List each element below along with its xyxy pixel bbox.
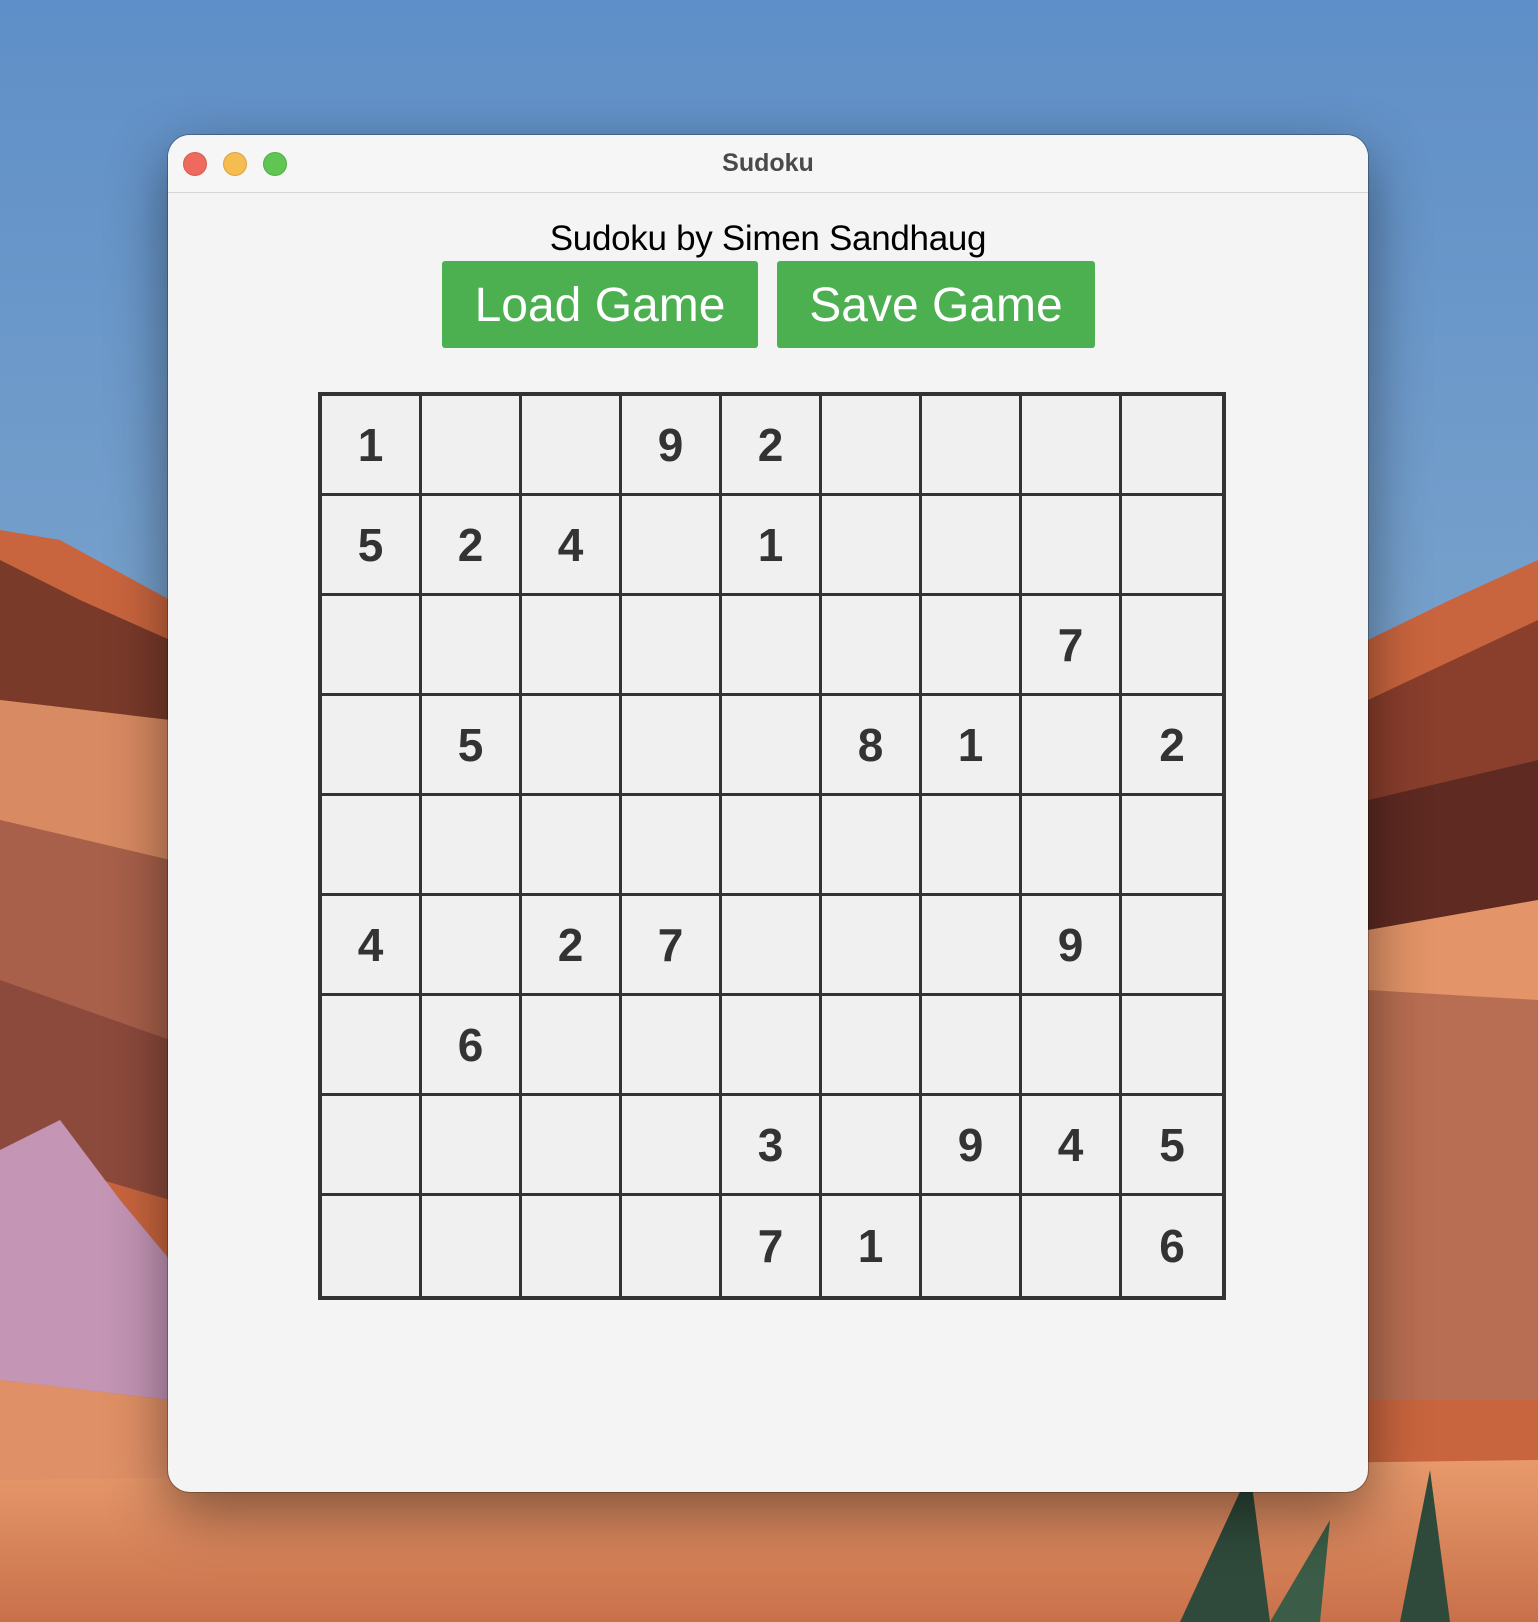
sudoku-cell[interactable]: 9 [1022,896,1122,996]
sudoku-cell[interactable] [522,796,622,896]
window-title: Sudoku [722,149,814,177]
sudoku-cell[interactable] [522,696,622,796]
sudoku-cell[interactable]: 1 [822,1196,922,1296]
sudoku-cell[interactable] [1122,396,1222,496]
sudoku-cell[interactable] [622,796,722,896]
sudoku-cell[interactable] [322,996,422,1096]
sudoku-cell[interactable] [822,496,922,596]
sudoku-cell[interactable] [922,596,1022,696]
sudoku-cell[interactable] [622,1196,722,1296]
sudoku-cell[interactable] [522,1196,622,1296]
desktop: Sudoku Sudoku by Simen Sandhaug Load Gam… [0,0,1538,1622]
sudoku-cell[interactable]: 6 [422,996,522,1096]
sudoku-cell[interactable]: 2 [522,896,622,996]
sudoku-cell[interactable] [822,996,922,1096]
sudoku-cell[interactable]: 9 [922,1096,1022,1196]
sudoku-cell[interactable] [922,896,1022,996]
sudoku-cell[interactable]: 6 [1122,1196,1222,1296]
sudoku-cell[interactable] [622,596,722,696]
sudoku-cell[interactable] [322,596,422,696]
sudoku-cell[interactable] [322,1096,422,1196]
sudoku-cell[interactable] [1122,996,1222,1096]
sudoku-cell[interactable] [922,1196,1022,1296]
sudoku-cell[interactable] [422,896,522,996]
sudoku-cell[interactable] [422,1096,522,1196]
sudoku-cell[interactable]: 2 [1122,696,1222,796]
sudoku-cell[interactable]: 5 [322,496,422,596]
sudoku-cell[interactable] [722,596,822,696]
sudoku-cell[interactable]: 9 [622,396,722,496]
sudoku-cell[interactable] [1122,596,1222,696]
sudoku-cell[interactable]: 2 [422,496,522,596]
sudoku-cell[interactable]: 7 [722,1196,822,1296]
sudoku-cell[interactable] [422,596,522,696]
sudoku-cell[interactable]: 4 [322,896,422,996]
app-heading: Sudoku by Simen Sandhaug [549,219,987,258]
sudoku-window: Sudoku Sudoku by Simen Sandhaug Load Gam… [168,135,1368,1492]
sudoku-cell[interactable]: 1 [722,496,822,596]
save-game-button[interactable]: Save Game [777,261,1095,348]
sudoku-cell[interactable]: 4 [1022,1096,1122,1196]
sudoku-cell[interactable] [822,596,922,696]
sudoku-cell[interactable] [722,896,822,996]
sudoku-cell[interactable] [322,796,422,896]
sudoku-cell[interactable] [622,996,722,1096]
sudoku-cell[interactable] [522,396,622,496]
sudoku-cell[interactable] [1022,1196,1122,1296]
sudoku-cell[interactable] [722,996,822,1096]
sudoku-cell[interactable] [522,1096,622,1196]
sudoku-cell[interactable] [622,696,722,796]
sudoku-cell[interactable] [1022,496,1122,596]
sudoku-cell[interactable] [322,1196,422,1296]
sudoku-cell[interactable] [1022,396,1122,496]
sudoku-cell[interactable] [922,496,1022,596]
sudoku-cell[interactable] [1122,496,1222,596]
sudoku-cell[interactable]: 1 [922,696,1022,796]
sudoku-cell[interactable]: 3 [722,1096,822,1196]
sudoku-board: 192524175812427963945716 [318,392,1226,1300]
sudoku-cell[interactable] [422,796,522,896]
sudoku-cell[interactable] [622,1096,722,1196]
sudoku-cell[interactable] [1022,796,1122,896]
sudoku-cell[interactable] [922,396,1022,496]
sudoku-cell[interactable] [722,796,822,896]
sudoku-cell[interactable] [522,596,622,696]
sudoku-cell[interactable] [722,696,822,796]
sudoku-cell[interactable] [1122,796,1222,896]
sudoku-cell[interactable]: 8 [822,696,922,796]
sudoku-cell[interactable] [1122,896,1222,996]
sudoku-cell[interactable] [422,396,522,496]
sudoku-cell[interactable] [522,996,622,1096]
sudoku-cell[interactable]: 5 [1122,1096,1222,1196]
sudoku-cell[interactable] [1022,996,1122,1096]
sudoku-cell[interactable] [322,696,422,796]
sudoku-cell[interactable] [822,396,922,496]
sudoku-cell[interactable]: 7 [622,896,722,996]
sudoku-cell[interactable]: 4 [522,496,622,596]
sudoku-cell[interactable]: 5 [422,696,522,796]
sudoku-cell[interactable] [422,1196,522,1296]
sudoku-cell[interactable] [922,796,1022,896]
load-game-button[interactable]: Load Game [442,261,758,348]
sudoku-cell[interactable] [622,496,722,596]
sudoku-cell[interactable]: 1 [322,396,422,496]
sudoku-cell[interactable] [822,1096,922,1196]
sudoku-cell[interactable] [822,896,922,996]
sudoku-cell[interactable] [1022,696,1122,796]
title-bar: Sudoku [168,135,1368,193]
sudoku-cell[interactable]: 2 [722,396,822,496]
sudoku-cell[interactable] [822,796,922,896]
sudoku-cell[interactable]: 7 [1022,596,1122,696]
sudoku-cell[interactable] [922,996,1022,1096]
